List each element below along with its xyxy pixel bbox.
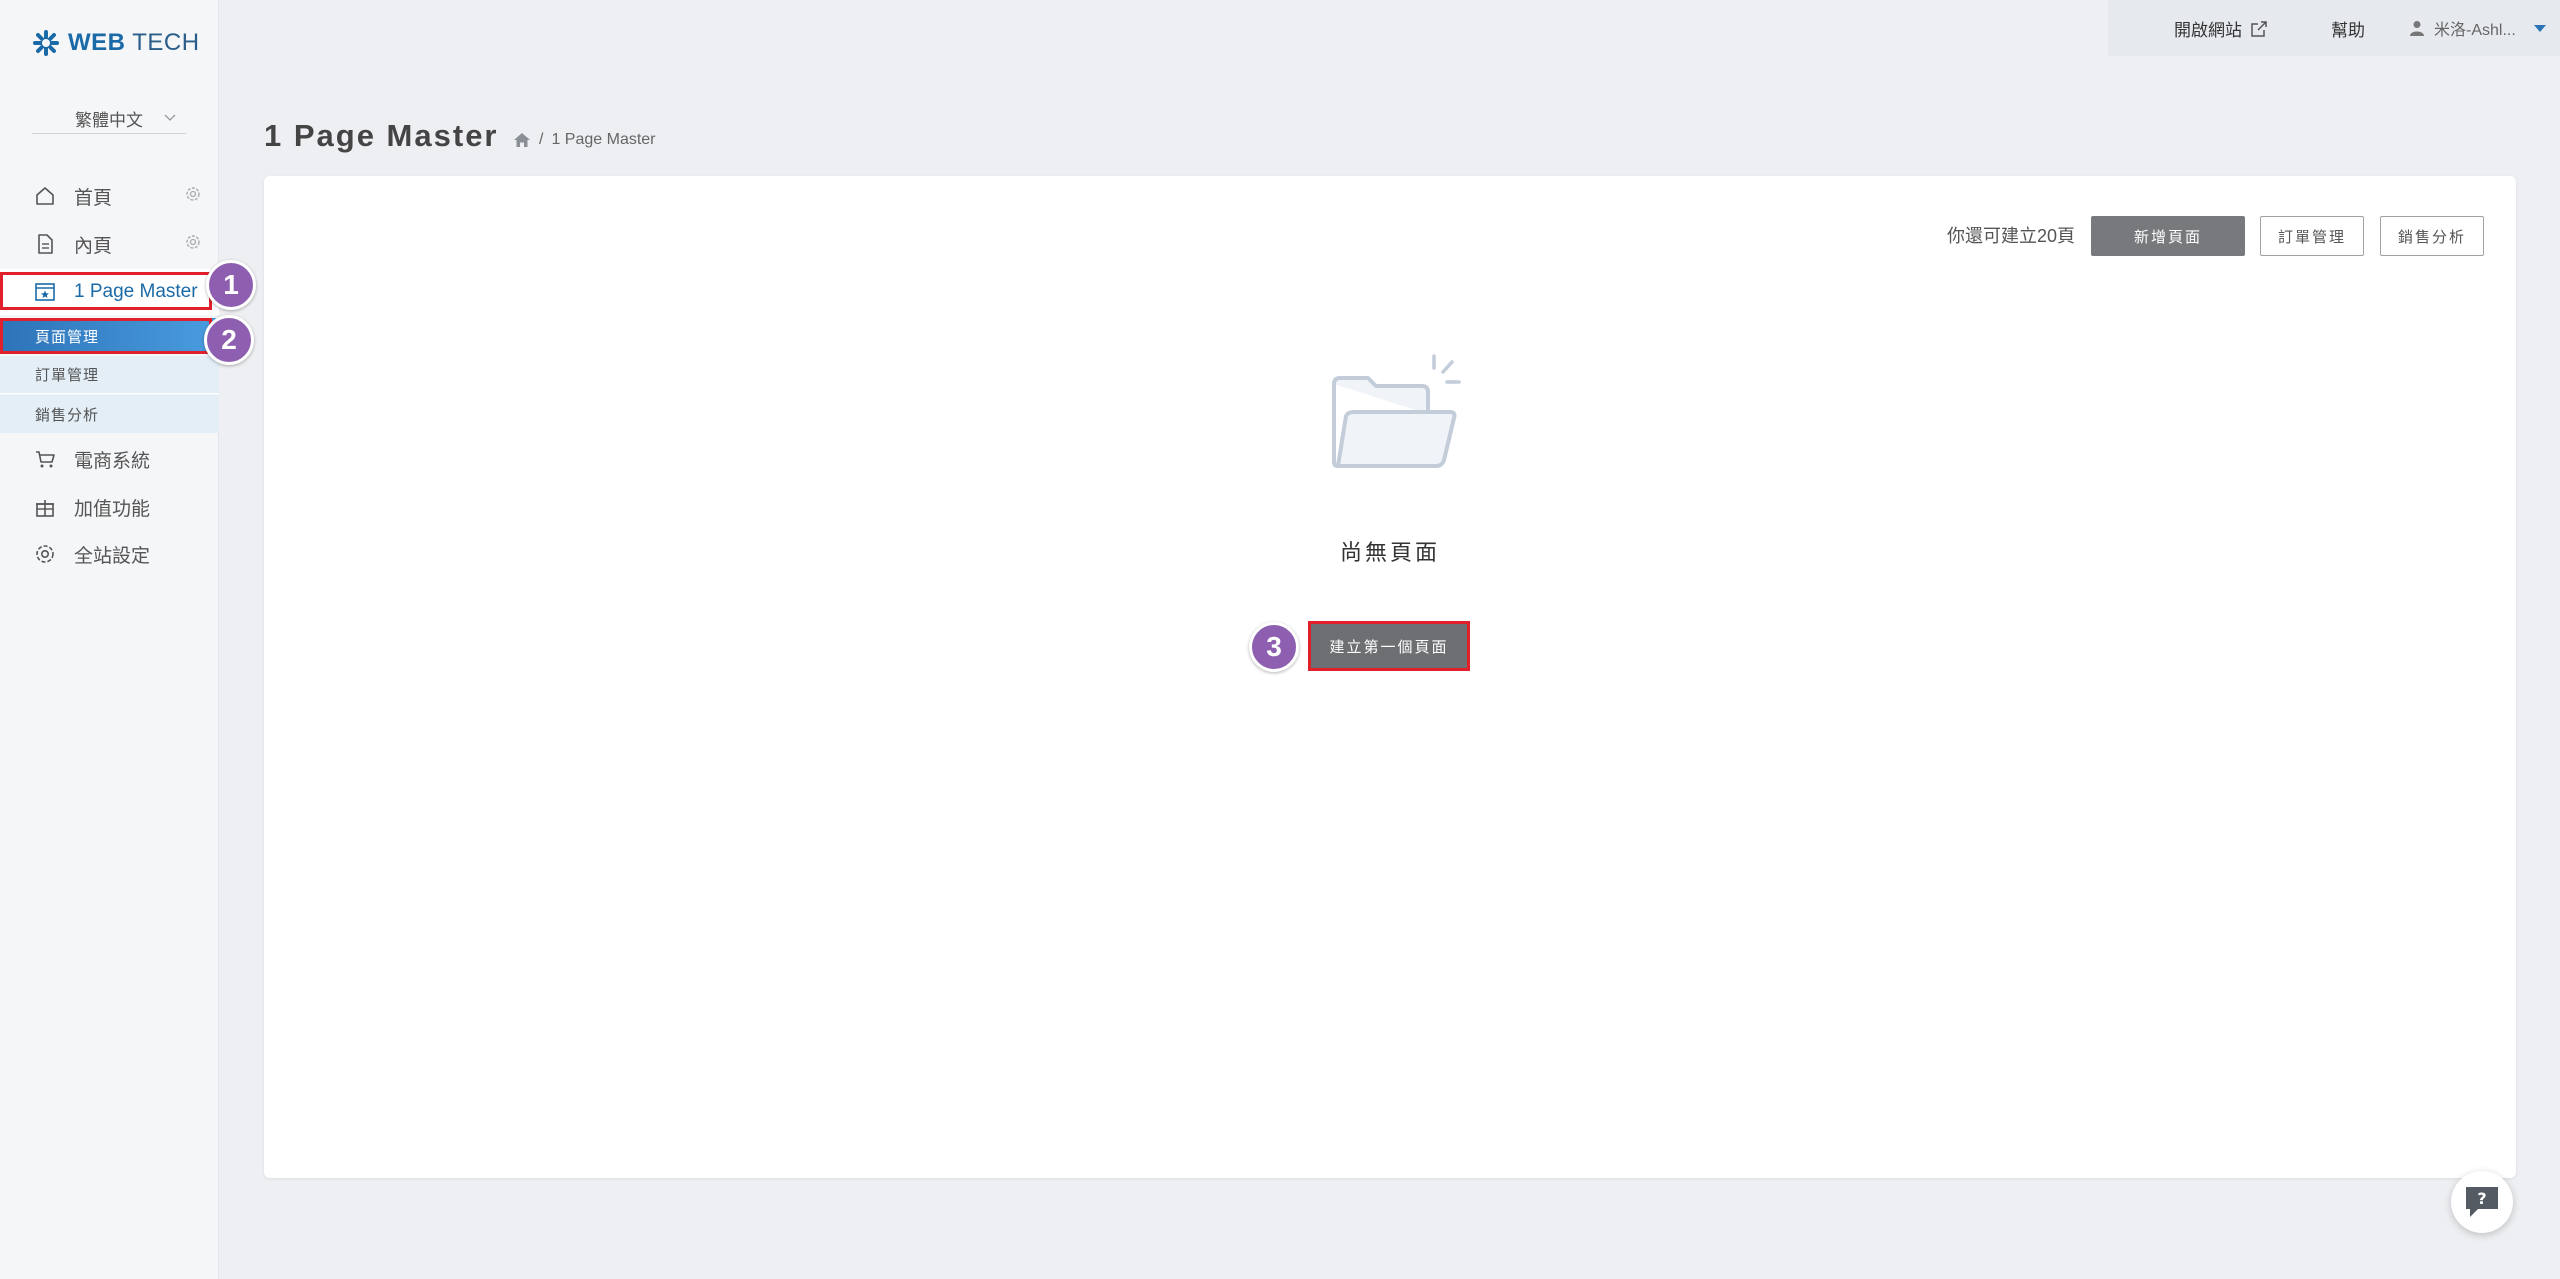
sidebar-item-label: 首頁 bbox=[74, 187, 113, 209]
order-management-button[interactable]: 訂單管理 bbox=[2260, 216, 2364, 256]
sidebar-item-label: 加值功能 bbox=[74, 498, 151, 520]
annotation-badge-3: 3 bbox=[1249, 622, 1299, 672]
annotation-badge-2: 2 bbox=[204, 315, 254, 365]
sidebar: WEB TECH 繁體中文 首頁 內頁 1 Page Master 頁面管理 訂… bbox=[0, 0, 219, 1279]
sidebar-item-1-page-master[interactable]: 1 Page Master bbox=[0, 269, 219, 315]
main-panel: 你還可建立20頁 新增頁面 訂單管理 銷售分析 尚無頁面 建立第一個頁面 bbox=[264, 176, 2516, 1178]
brand-logo[interactable]: WEB TECH bbox=[32, 28, 200, 58]
empty-folder-icon bbox=[1332, 354, 1461, 468]
gift-icon bbox=[36, 500, 54, 517]
svg-text:?: ? bbox=[2477, 1189, 2486, 1208]
star-window-icon bbox=[35, 283, 55, 301]
sidebar-subitem-page-management[interactable]: 頁面管理 bbox=[0, 318, 219, 354]
sales-analysis-button[interactable]: 銷售分析 bbox=[2380, 216, 2484, 256]
external-link-icon bbox=[2251, 20, 2267, 37]
sidebar-subitem-label: 頁面管理 bbox=[35, 328, 100, 346]
sidebar-subitem-label: 銷售分析 bbox=[35, 406, 100, 424]
help-link[interactable]: 幫助 bbox=[2331, 16, 2365, 41]
sidebar-item-label: 電商系統 bbox=[74, 450, 151, 472]
add-page-button[interactable]: 新增頁面 bbox=[2091, 216, 2245, 256]
asterisk-logo-icon bbox=[33, 30, 59, 56]
gear-icon bbox=[36, 545, 54, 563]
breadcrumb-separator: / bbox=[539, 131, 544, 148]
user-name: 米洛-Ashl... bbox=[2434, 22, 2516, 39]
create-first-page-button[interactable]: 建立第一個頁面 bbox=[1308, 621, 1470, 671]
sidebar-item-site-settings[interactable]: 全站設定 bbox=[0, 531, 219, 577]
home-icon[interactable] bbox=[513, 131, 531, 149]
document-icon bbox=[38, 234, 53, 254]
sidebar-item-ecommerce[interactable]: 電商系統 bbox=[0, 436, 219, 482]
brand-name-bold: WEB bbox=[68, 29, 126, 56]
caret-down-icon[interactable] bbox=[2534, 25, 2546, 32]
open-site-link[interactable]: 開啟網站 bbox=[2174, 16, 2268, 41]
annotation-badge-1: 1 bbox=[206, 260, 256, 310]
gear-icon[interactable] bbox=[184, 185, 202, 203]
sidebar-item-label: 全站設定 bbox=[74, 545, 151, 567]
user-menu[interactable]: 米洛-Ashl... bbox=[2408, 16, 2516, 40]
page-quota-text: 你還可建立20頁 bbox=[1946, 226, 2075, 246]
home-icon bbox=[36, 187, 54, 205]
gear-icon[interactable] bbox=[184, 233, 202, 251]
language-select-value: 繁體中文 bbox=[75, 111, 143, 130]
question-chat-icon: ? bbox=[2466, 1187, 2498, 1217]
language-select[interactable]: 繁體中文 bbox=[32, 104, 186, 134]
help-label: 幫助 bbox=[2331, 21, 2365, 40]
user-icon bbox=[2410, 21, 2424, 36]
sidebar-item-value-added[interactable]: 加值功能 bbox=[0, 484, 219, 530]
sidebar-item-home[interactable]: 首頁 bbox=[0, 173, 219, 219]
help-chat-button[interactable]: ? bbox=[2451, 1171, 2513, 1233]
sidebar-subitem-order-management[interactable]: 訂單管理 bbox=[0, 356, 219, 394]
open-site-label: 開啟網站 bbox=[2174, 21, 2242, 40]
empty-state-text: 尚無頁面 bbox=[1339, 540, 1440, 565]
sidebar-item-inner-pages[interactable]: 內頁 bbox=[0, 221, 219, 267]
breadcrumb-current: 1 Page Master bbox=[551, 131, 656, 148]
page-title: 1 Page Master bbox=[264, 118, 499, 153]
chevron-down-icon bbox=[164, 114, 176, 121]
sidebar-item-label: 1 Page Master bbox=[74, 281, 198, 302]
sidebar-item-label: 內頁 bbox=[74, 235, 113, 257]
sidebar-subitem-label: 訂單管理 bbox=[35, 367, 100, 384]
cart-icon bbox=[36, 451, 55, 468]
sidebar-subitem-sales-analysis[interactable]: 銷售分析 bbox=[0, 395, 219, 433]
top-bar: 開啟網站 幫助 米洛-Ashl... bbox=[2108, 0, 2560, 56]
brand-name-light: TECH bbox=[132, 29, 200, 56]
breadcrumb: / 1 Page Master bbox=[513, 131, 656, 149]
